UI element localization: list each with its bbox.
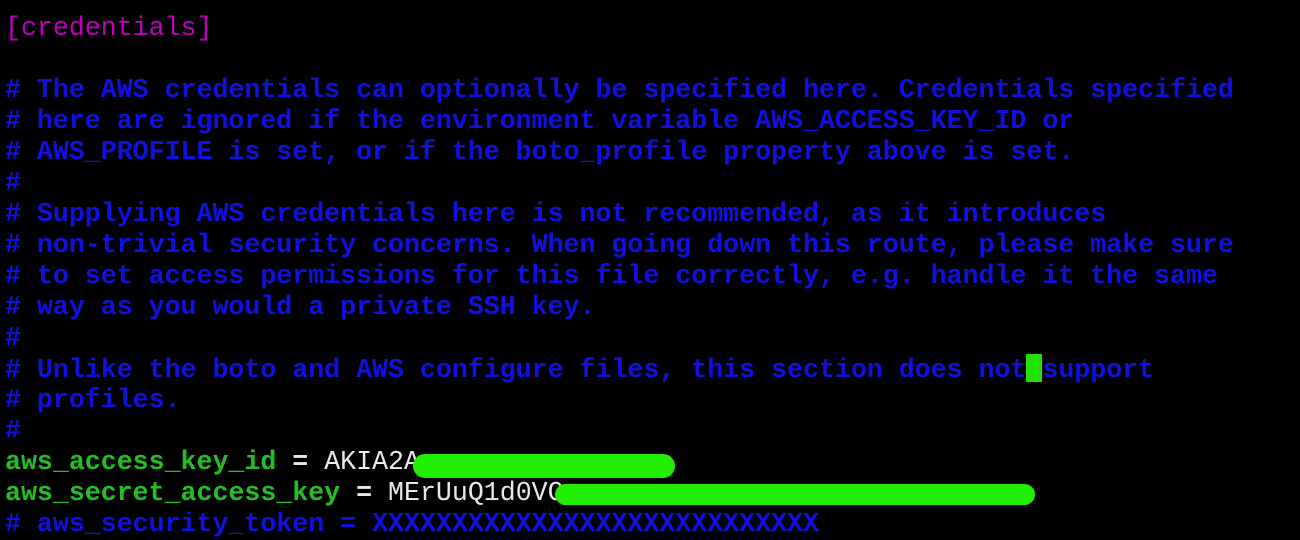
comment-line: # here are ignored if the environment va… bbox=[5, 106, 1075, 136]
access-key-name: aws_access_key_id bbox=[5, 447, 277, 477]
equals-operator: = bbox=[276, 447, 325, 477]
redaction-mark bbox=[555, 484, 1035, 505]
comment-line-with-cursor: # Unlike the boto and AWS configure file… bbox=[5, 354, 1154, 385]
comment-line: # bbox=[5, 168, 21, 198]
access-key-line: aws_access_key_id = AKIA2A bbox=[5, 447, 420, 478]
comment-line: # profiles. bbox=[5, 385, 181, 415]
secret-key-line: aws_secret_access_key = MErUuQ1d0VG bbox=[5, 478, 564, 509]
access-key-value: AKIA2A bbox=[324, 447, 420, 477]
secret-key-name: aws_secret_access_key bbox=[5, 478, 341, 508]
comment-line: # to set access permissions for this fil… bbox=[5, 261, 1218, 291]
section-header: [credentials] bbox=[5, 13, 213, 43]
comment-text: # Unlike the boto and AWS configure file… bbox=[5, 355, 1027, 385]
equals-operator: = bbox=[340, 478, 389, 508]
comment-line: # non-trivial security concerns. When go… bbox=[5, 230, 1234, 260]
text-cursor bbox=[1026, 354, 1043, 382]
comment-line: # bbox=[5, 416, 21, 446]
comment-line: # AWS_PROFILE is set, or if the boto_pro… bbox=[5, 137, 1075, 167]
comment-line: # aws_security_token = XXXXXXXXXXXXXXXXX… bbox=[5, 509, 819, 539]
comment-line: # The AWS credentials can optionally be … bbox=[5, 75, 1234, 105]
comment-line: # way as you would a private SSH key. bbox=[5, 292, 596, 322]
comment-line: # bbox=[5, 323, 21, 353]
terminal-window[interactable]: [credentials] # The AWS credentials can … bbox=[0, 0, 1300, 540]
secret-key-value: MErUuQ1d0VG bbox=[388, 478, 564, 508]
redaction-mark bbox=[413, 454, 675, 478]
comment-text: support bbox=[1042, 355, 1155, 385]
comment-line: # Supplying AWS credentials here is not … bbox=[5, 199, 1107, 229]
